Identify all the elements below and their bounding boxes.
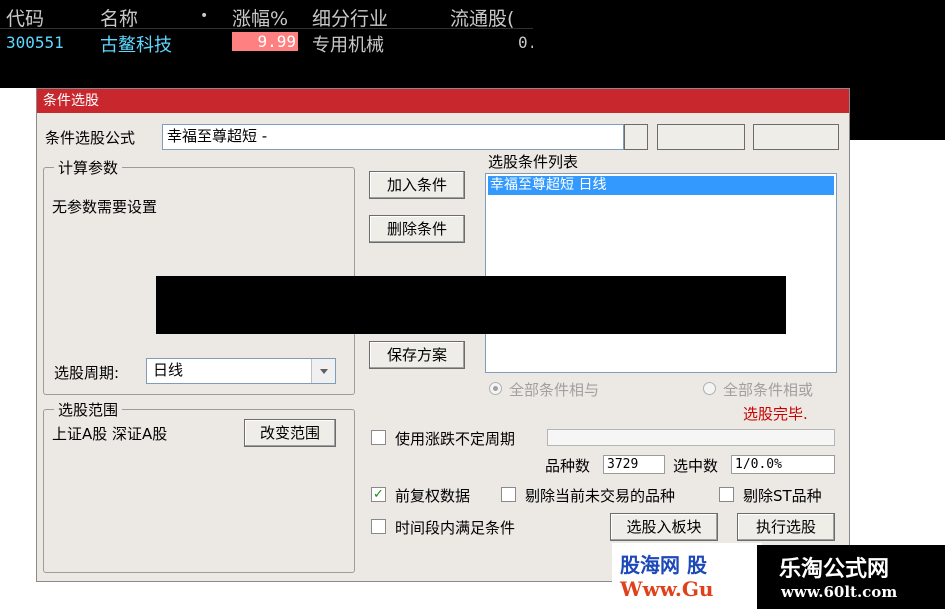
- watermark-letao-line1: 乐淘公式网: [779, 557, 890, 582]
- stock-code[interactable]: 300551: [6, 33, 64, 52]
- period-value: 日线: [153, 361, 184, 379]
- exclude-untraded-checkbox[interactable]: [501, 487, 516, 502]
- formula-select[interactable]: 幸福至尊超短 -: [162, 124, 624, 150]
- radio-or-label: 全部条件相或: [723, 381, 814, 399]
- col-header-float-shares[interactable]: 流通股(: [450, 4, 514, 31]
- condition-list-label: 选股条件列表: [488, 153, 579, 171]
- variety-count-value: 3729: [603, 455, 665, 474]
- range-group-title: 选股范围: [54, 399, 123, 420]
- header-divider: [0, 28, 533, 29]
- radio-or[interactable]: [703, 382, 716, 395]
- forward-adjust-label: 前复权数据: [395, 487, 471, 505]
- col-header-code[interactable]: 代码: [6, 4, 44, 31]
- select-to-block-button[interactable]: 选股入板块: [610, 513, 718, 541]
- range-text: 上证A股 深证A股: [52, 425, 168, 443]
- stock-name[interactable]: 古鳌科技: [100, 31, 172, 57]
- forward-adjust-checkbox[interactable]: ✓: [371, 487, 386, 502]
- params-group-title: 计算参数: [54, 157, 123, 178]
- formula-label: 条件选股公式: [45, 129, 136, 147]
- watermark-guhai: 股海网 股 Www.Gu: [612, 543, 762, 609]
- exclude-st-checkbox[interactable]: [719, 487, 734, 502]
- change-range-button[interactable]: 改变范围: [244, 419, 336, 447]
- delete-condition-button[interactable]: 删除条件: [369, 215, 465, 243]
- screen: 代码 名称 • 涨幅% 细分行业 流通股( 300551 古鳌科技 9.99 专…: [0, 0, 945, 609]
- watermark-letao-line2: www.60lt.com: [781, 583, 898, 601]
- params-text: 无参数需要设置: [52, 198, 158, 216]
- period-label: 选股周期:: [54, 364, 120, 382]
- period-select[interactable]: 日线: [146, 358, 336, 384]
- col-header-industry[interactable]: 细分行业: [312, 4, 388, 31]
- formula-dropdown-icon[interactable]: [624, 124, 648, 150]
- formula-action-button[interactable]: [657, 124, 745, 150]
- condition-list[interactable]: 幸福至尊超短 日线: [485, 173, 837, 373]
- selected-count-value: 1/0.0%: [731, 455, 835, 474]
- chevron-down-icon[interactable]: [311, 359, 335, 383]
- range-group: 选股范围 上证A股 深证A股 改变范围: [43, 399, 355, 573]
- col-header-marker: •: [200, 8, 209, 24]
- save-plan-button[interactable]: 保存方案: [369, 341, 465, 369]
- variable-period-checkbox[interactable]: [371, 430, 386, 445]
- change-percent: 9.99: [232, 32, 298, 51]
- condition-stock-dialog: 条件选股 条件选股公式 幸福至尊超短 - 计算参数 无参数需要设置 选股周期: …: [36, 88, 850, 582]
- add-condition-button[interactable]: 加入条件: [369, 171, 465, 199]
- exclude-st-label: 剔除ST品种: [743, 487, 822, 505]
- execute-select-button[interactable]: 执行选股: [737, 513, 835, 541]
- condition-list-item[interactable]: 幸福至尊超短 日线: [488, 176, 834, 195]
- quote-list: 代码 名称 • 涨幅% 细分行业 流通股( 300551 古鳌科技 9.99 专…: [0, 0, 537, 88]
- variety-count-label: 品种数: [545, 457, 591, 475]
- watermark-guhai-line2: Www.Gu: [620, 577, 714, 601]
- exclude-untraded-label: 剔除当前未交易的品种: [525, 487, 676, 505]
- radio-and-label: 全部条件相与: [509, 381, 600, 399]
- industry: 专用机械: [312, 35, 384, 56]
- time-range-label: 时间段内满足条件: [395, 519, 516, 537]
- col-header-change[interactable]: 涨幅%: [232, 4, 288, 31]
- redaction-bar: [156, 276, 786, 334]
- time-range-checkbox[interactable]: [371, 519, 386, 534]
- dialog-title[interactable]: 条件选股: [37, 89, 849, 113]
- watermark-guhai-line1: 股海网 股: [620, 553, 707, 577]
- status-text: 选股完毕.: [743, 405, 808, 423]
- col-header-name[interactable]: 名称: [100, 4, 138, 31]
- variable-period-label: 使用涨跌不定周期: [395, 430, 516, 448]
- formula-action-button-2[interactable]: [753, 124, 839, 150]
- formula-value: 幸福至尊超短 -: [167, 127, 268, 145]
- radio-and[interactable]: [489, 382, 502, 395]
- selected-count-label: 选中数: [673, 457, 719, 475]
- progress-bar: [547, 429, 835, 446]
- watermark-letao: 乐淘公式网 www.60lt.com: [757, 545, 945, 609]
